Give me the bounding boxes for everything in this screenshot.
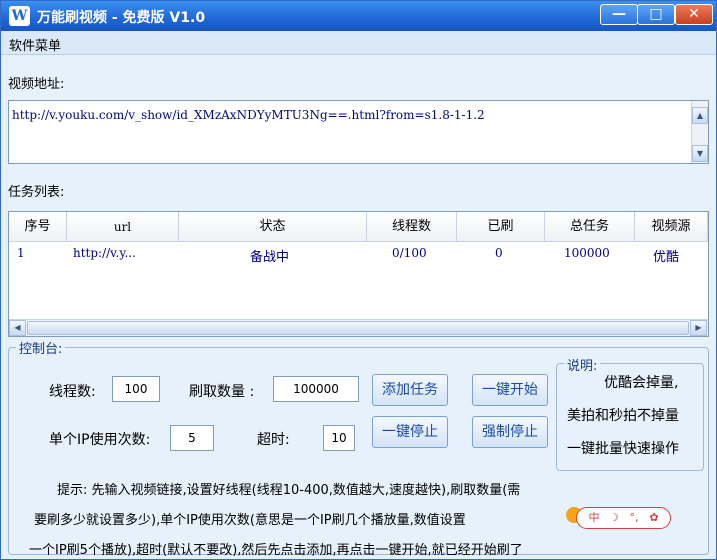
column-header-status[interactable]: 状态 [179,212,367,242]
cell-url: http://v.y... [73,246,136,260]
input-method-icon[interactable]: 中 [587,511,601,525]
hint-line-3: 一个IP刷5个播放),超时(默认不要改),然后先点击添加,再点击一键开始,就已经… [29,543,523,558]
notes-title: 说明: [564,355,601,374]
cell-index: 1 [17,246,25,260]
cell-total: 100000 [564,246,610,260]
note-line-1: 优酷会掉量, [604,375,679,391]
timeout-input[interactable]: 10 [323,425,355,451]
scroll-right-icon[interactable]: ▶ [690,320,707,336]
column-header-url[interactable]: url [67,212,179,242]
column-header-total[interactable]: 总任务 [545,212,635,242]
cell-done: 0 [495,246,503,260]
menu-software[interactable]: 软件菜单 [9,35,61,54]
thread-count-label: 线程数: [49,384,96,400]
scroll-thumb[interactable] [27,321,689,335]
app-logo-icon: W [9,6,30,26]
cell-threads: 0/100 [392,246,427,260]
ime-toolbar: 中 ☽ °, ✿ [576,507,671,529]
minimize-button[interactable]: — [600,4,638,25]
brush-count-input[interactable]: 100000 [273,376,359,402]
hint-line-2: 要刷多少就设置多少),单个IP使用次数(意思是一个IP刷几个播放量,数值设置 [34,513,466,528]
note-line-2: 美拍和秒拍不掉量 [567,408,679,424]
scroll-down-icon[interactable]: ▼ [692,145,708,162]
hint-line-1: 提示: 先输入视频链接,设置好线程(线程10-400,数值越大,速度越快),刷取… [57,483,521,498]
stop-all-button[interactable]: 一键停止 [372,416,448,448]
add-task-button[interactable]: 添加任务 [372,374,448,406]
video-address-label: 视频地址: [8,77,65,92]
column-header-threads[interactable]: 线程数 [367,212,457,242]
start-all-button[interactable]: 一键开始 [472,374,548,406]
cell-source: 优酷 [653,250,680,265]
task-table: 序号 url 状态 线程数 已刷 总任务 视频源 1 http://v.y...… [8,211,709,337]
video-url-text: http://v.youku.com/v_show/id_XMzAxNDYyMT… [12,108,485,122]
cell-status: 备战中 [250,250,290,265]
menu-bar: 软件菜单 [1,31,716,55]
title-bar: W 万能刷视频 - 免费版 V1.0 — □ ✕ [1,1,716,31]
table-header: 序号 url 状态 线程数 已刷 总任务 视频源 [9,212,708,242]
timeout-label: 超时: [257,432,290,448]
force-stop-button[interactable]: 强制停止 [472,416,548,448]
column-header-index[interactable]: 序号 [9,212,67,242]
note-line-3: 一键批量快速操作 [567,441,679,457]
thread-count-input[interactable]: 100 [112,376,160,402]
scroll-up-icon[interactable]: ▲ [692,107,708,124]
window-title: 万能刷视频 - 免费版 V1.0 [37,10,206,26]
url-vertical-scrollbar[interactable]: ▲ ▼ [691,101,708,163]
maximize-button[interactable]: □ [637,4,675,25]
ip-uses-label: 单个IP使用次数: [49,432,151,448]
scroll-left-icon[interactable]: ◀ [9,320,26,336]
ip-uses-input[interactable]: 5 [170,425,214,451]
brush-count-label: 刷取数量 : [189,384,255,400]
column-header-done[interactable]: 已刷 [457,212,545,242]
column-header-source[interactable]: 视频源 [635,212,708,242]
moon-icon[interactable]: ☽ [607,511,621,525]
punctuation-icon[interactable]: °, [627,511,641,525]
close-button[interactable]: ✕ [675,4,713,25]
task-list-label: 任务列表: [8,185,65,200]
main-window: W 万能刷视频 - 免费版 V1.0 — □ ✕ 软件菜单 视频地址: http… [0,0,717,560]
table-horizontal-scrollbar[interactable]: ◀ ▶ [9,319,708,336]
video-url-input[interactable]: http://v.youku.com/v_show/id_XMzAxNDYyMT… [8,100,709,164]
control-panel-title: 控制台: [16,338,66,357]
settings-gear-icon[interactable]: ✿ [647,511,661,525]
